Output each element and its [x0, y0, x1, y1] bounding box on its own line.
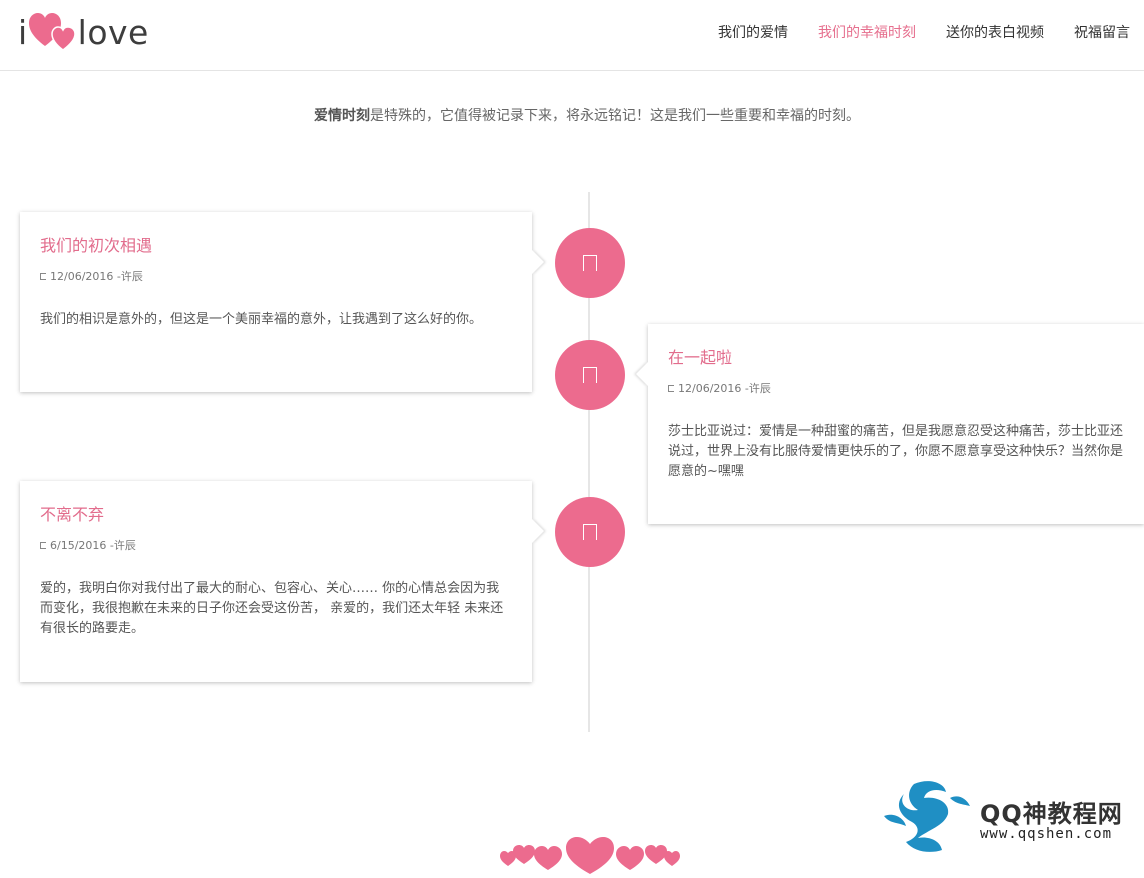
- card-body: 莎士比亚说过：爱情是一种甜蜜的痛苦，但是我愿意忍受这种痛苦，莎士比亚还说过，世界…: [668, 424, 1124, 479]
- watermark: QQ神教程网 www.qqshen.com: [884, 776, 1144, 856]
- timeline-dot-icon: [555, 340, 625, 410]
- card-meta: 12/06/2016 -许辰: [40, 268, 512, 284]
- site-logo[interactable]: i love: [18, 8, 149, 56]
- intro-rest: 是特殊的，它值得被记录下来，将永远铭记！这是我们一些重要和幸福的时刻。: [370, 108, 860, 124]
- card-title: 在一起啦: [668, 348, 733, 367]
- nav-our-love[interactable]: 我们的爱情: [718, 22, 788, 42]
- timeline-card: 不离不弃 6/15/2016 -许辰 爱的，我明白你对我付出了最大的耐心、包容心…: [20, 481, 532, 682]
- timeline-card: 我们的初次相遇 12/06/2016 -许辰 我们的相识是意外的，但这是一个美丽…: [20, 212, 532, 392]
- card-date-author: 12/06/2016 -许辰: [50, 270, 143, 283]
- calendar-icon: [668, 384, 674, 392]
- nav-video[interactable]: 送你的表白视频: [946, 22, 1044, 42]
- main-nav: 我们的爱情 我们的幸福时刻 送你的表白视频 祝福留言: [718, 22, 1130, 42]
- card-body: 爱的，我明白你对我付出了最大的耐心、包容心、关心…… 你的心情总会因为我而变化，…: [40, 581, 504, 636]
- intro-text: 爱情时刻是特殊的，它值得被记录下来，将永远铭记！这是我们一些重要和幸福的时刻。: [0, 105, 1144, 125]
- card-title: 我们的初次相遇: [40, 236, 153, 255]
- heart-logo-icon: [28, 13, 76, 51]
- hearts-decoration-icon: [500, 836, 680, 878]
- logo-i: i: [18, 12, 28, 52]
- card-date-author: 6/15/2016 -许辰: [50, 539, 136, 552]
- logo-word: love: [77, 12, 149, 52]
- site-header: i love 我们的爱情 我们的幸福时刻 送你的表白视频 祝福留言: [0, 0, 1144, 71]
- card-title: 不离不弃: [40, 505, 105, 524]
- dragon-icon: [884, 781, 970, 852]
- timeline-card: 在一起啦 12/06/2016 -许辰 莎士比亚说过：爱情是一种甜蜜的痛苦，但是…: [648, 324, 1144, 524]
- timeline-dot-icon: [555, 497, 625, 567]
- card-body: 我们的相识是意外的，但这是一个美丽幸福的意外，让我遇到了这么好的你。: [40, 312, 483, 327]
- card-date-author: 12/06/2016 -许辰: [678, 382, 771, 395]
- card-meta: 6/15/2016 -许辰: [40, 537, 512, 553]
- watermark-url: www.qqshen.com: [980, 826, 1113, 842]
- nav-happy-moments[interactable]: 我们的幸福时刻: [818, 22, 916, 42]
- calendar-icon: [40, 541, 46, 549]
- nav-messages[interactable]: 祝福留言: [1074, 22, 1130, 42]
- card-meta: 12/06/2016 -许辰: [668, 380, 1124, 396]
- calendar-icon: [40, 272, 46, 280]
- timeline-dot-icon: [555, 228, 625, 298]
- intro-bold: 爱情时刻: [314, 108, 370, 124]
- watermark-title: QQ神教程网: [980, 800, 1123, 828]
